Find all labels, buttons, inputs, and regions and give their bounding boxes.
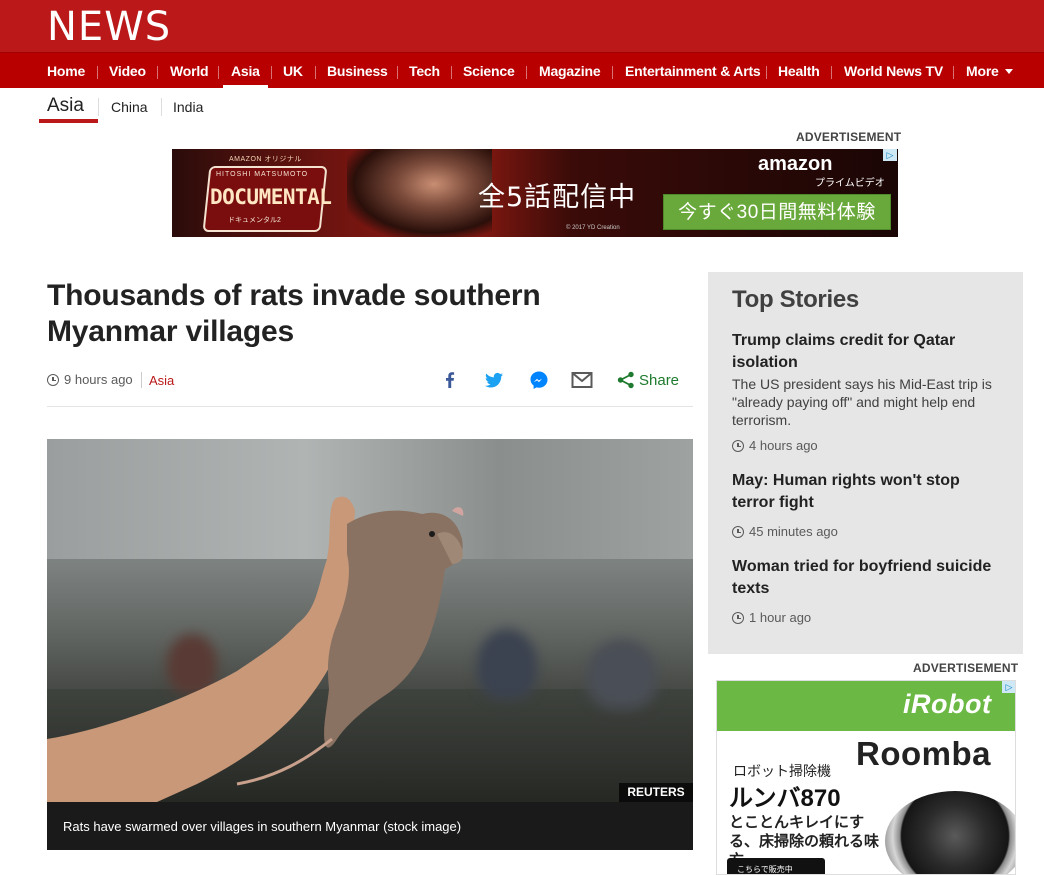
advertisement-label: ADVERTISEMENT — [796, 130, 902, 144]
top-story-link[interactable]: May: Human rights won't stop terror figh… — [732, 470, 1002, 514]
twitter-icon[interactable] — [484, 370, 504, 390]
ad-headline: 全5話配信中 — [478, 182, 637, 213]
nav-divider — [953, 66, 954, 79]
nav-magazine[interactable]: Magazine — [539, 53, 601, 89]
nav-divider — [766, 66, 767, 79]
nav-divider — [315, 66, 316, 79]
email-icon[interactable] — [571, 370, 593, 390]
news-logo[interactable]: NEWS — [47, 4, 171, 50]
nav-health[interactable]: Health — [778, 53, 820, 89]
image-caption: Rats have swarmed over villages in south… — [47, 802, 693, 850]
top-story-time: 45 minutes ago — [749, 524, 838, 539]
article-image — [47, 439, 693, 802]
nav-asia[interactable]: Asia — [223, 53, 268, 89]
nav-tech[interactable]: Tech — [409, 53, 440, 89]
nav-divider — [526, 66, 527, 79]
ad-badge-title: DOCUMENTAL — [210, 185, 332, 209]
share-button[interactable]: Share — [639, 372, 679, 389]
nav-world[interactable]: World — [170, 53, 209, 89]
masthead: NEWS — [0, 0, 1044, 52]
nav-entertainment-arts[interactable]: Entertainment & Arts — [625, 53, 761, 89]
nav-business[interactable]: Business — [327, 53, 388, 89]
meta-divider-line — [47, 406, 693, 407]
nav-world-news-tv[interactable]: World News TV — [844, 53, 943, 89]
nav-home[interactable]: Home — [47, 53, 85, 89]
article-section-link[interactable]: Asia — [149, 373, 174, 388]
article-headline: Thousands of rats invade southern Myanma… — [47, 279, 541, 348]
image-credit: REUTERS — [619, 783, 693, 802]
subnav-divider — [98, 98, 99, 116]
share-icon[interactable] — [616, 370, 636, 390]
top-story-link[interactable]: Trump claims credit for Qatar isolation — [732, 330, 1002, 374]
top-story-time: 1 hour ago — [749, 610, 812, 625]
subnav-india[interactable]: India — [173, 99, 203, 115]
nav-video[interactable]: Video — [109, 53, 146, 89]
nav-divider — [612, 66, 613, 79]
banner-ad[interactable]: AMAZON オリジナル HITOSHI MATSUMOTO DOCUMENTA… — [172, 149, 898, 237]
roomba-product-image — [885, 791, 1015, 874]
nav-divider — [97, 66, 98, 79]
ad-buy-button[interactable]: こちらで販売中 — [727, 858, 825, 874]
messenger-icon[interactable] — [529, 370, 549, 390]
top-story-summary: The US president says his Mid-East trip … — [732, 376, 992, 428]
nav-divider — [218, 66, 219, 79]
clock-icon — [732, 526, 744, 538]
nav-divider — [157, 66, 158, 79]
amazon-logo: amazon — [758, 153, 833, 175]
nav-science[interactable]: Science — [463, 53, 515, 89]
ad-portrait-image — [347, 149, 492, 237]
adchoices-icon[interactable]: ▷ — [1002, 681, 1015, 693]
article-time: 9 hours ago — [64, 372, 133, 387]
adchoices-icon[interactable]: ▷ — [883, 149, 897, 161]
ad-small-text: AMAZON オリジナル — [229, 156, 302, 163]
ad-text-line2: ルンバ870 — [729, 785, 841, 812]
rat-in-hand-illustration — [47, 496, 464, 802]
primary-nav: Home Video World Asia UK Business Tech S… — [0, 52, 1044, 89]
clock-icon — [732, 612, 744, 624]
top-stories-title: Top Stories — [732, 286, 859, 313]
clock-icon — [732, 440, 744, 452]
ad-badge-top: HITOSHI MATSUMOTO — [216, 171, 309, 178]
top-story-timestamp: 45 minutes ago — [732, 524, 838, 539]
nav-more-label: More — [966, 63, 999, 79]
ad-cta-button[interactable]: 今すぐ30日間無料体験 — [663, 194, 891, 230]
sidebar-ad[interactable]: iRobot ▷ Roomba ロボット掃除機 ルンバ870 とことんキレイにす… — [716, 680, 1016, 875]
ad-badge-sub: ドキュメンタル2 — [228, 217, 281, 224]
advertisement-label: ADVERTISEMENT — [913, 661, 1019, 675]
clock-icon — [47, 374, 59, 386]
meta-divider — [141, 372, 142, 388]
article-timestamp: 9 hours ago — [47, 372, 133, 387]
subnav-china[interactable]: China — [111, 99, 148, 115]
nav-more[interactable]: More — [966, 53, 1013, 89]
roomba-logo: Roomba — [856, 735, 991, 772]
chevron-down-icon — [1004, 68, 1013, 74]
top-story-time: 4 hours ago — [749, 438, 818, 453]
nav-divider — [271, 66, 272, 79]
top-story-link[interactable]: Woman tried for boyfriend suicide texts — [732, 556, 1002, 600]
amazon-prime-video-text: プライムビデオ — [815, 178, 885, 189]
nav-uk[interactable]: UK — [283, 53, 303, 89]
irobot-logo: iRobot — [903, 689, 992, 719]
nav-divider — [397, 66, 398, 79]
nav-divider — [831, 66, 832, 79]
ad-copyright: © 2017 YD Creation — [566, 225, 620, 231]
facebook-icon[interactable] — [440, 370, 460, 390]
top-story-timestamp: 4 hours ago — [732, 438, 818, 453]
top-story-timestamp: 1 hour ago — [732, 610, 811, 625]
section-active-indicator — [39, 119, 98, 123]
section-title[interactable]: Asia — [47, 95, 84, 117]
nav-divider — [451, 66, 452, 79]
subnav-divider — [161, 98, 162, 116]
